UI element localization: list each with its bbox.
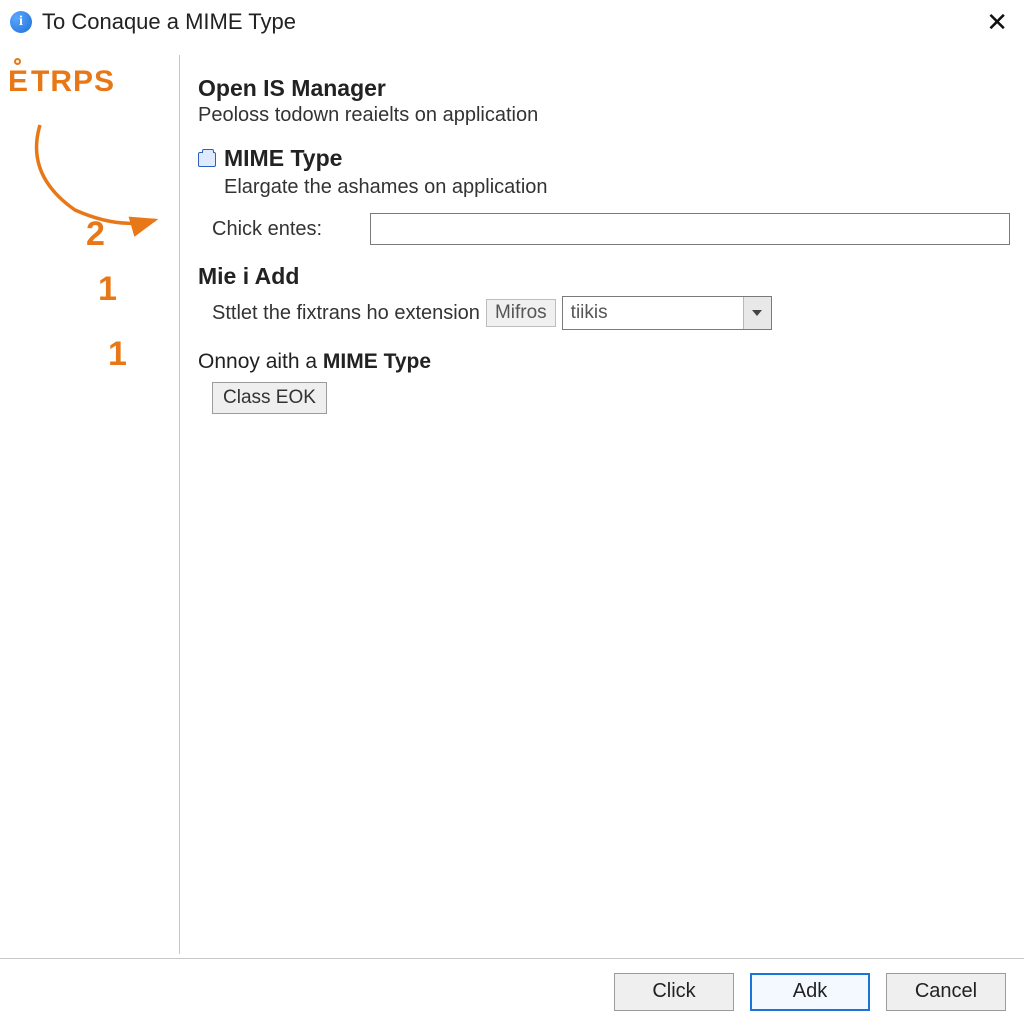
adk-button[interactable]: Adk <box>750 973 870 1011</box>
mime-type-sub: Elargate the ashames on application <box>224 176 1010 199</box>
final-line: Onnoy aith a MIME Type <box>198 350 1010 374</box>
titlebar: i To Conaque a MIME Type ✕ <box>0 0 1024 48</box>
class-eok-button[interactable]: Class EOK <box>212 382 327 414</box>
click-button[interactable]: Click <box>614 973 734 1011</box>
final-bold: MIME Type <box>323 350 431 373</box>
footer: Click Adk Cancel <box>0 958 1024 1024</box>
final-pre: Onnoy aith a <box>198 350 323 373</box>
extension-row: Sttlet the fixtrans ho extension Mifros … <box>212 296 1010 330</box>
mime-type-heading: MIME Type <box>224 145 342 172</box>
add-heading: Mie i Add <box>198 263 1010 290</box>
entes-label: Chick entes: <box>212 218 352 241</box>
info-icon: i <box>10 11 32 33</box>
mime-type-icon <box>198 152 216 167</box>
extension-label: Sttlet the fixtrans ho extension <box>212 302 480 325</box>
mime-type-heading-row: MIME Type <box>198 145 1010 174</box>
main-content: Open IS Manager Peoloss todown reaielts … <box>180 55 1024 954</box>
step-number-2: 2 <box>86 215 105 254</box>
brand-dot-icon <box>14 58 21 65</box>
brand-logo: E TRPS <box>8 65 171 99</box>
section-sub-open: Peoloss todown reaielts on application <box>198 104 1010 127</box>
chevron-down-icon[interactable] <box>743 297 771 329</box>
extension-suffix: Mifros <box>486 299 556 327</box>
extension-combo[interactable]: tiikis <box>562 296 772 330</box>
body: E TRPS 2 1 1 Open IS Manager Peoloss tod… <box>0 55 1024 954</box>
extension-combo-text: tiikis <box>563 297 743 329</box>
step-number-1b: 1 <box>108 335 127 374</box>
entes-input[interactable] <box>370 213 1010 245</box>
section-heading-open: Open IS Manager <box>198 75 1010 102</box>
dialog-title: To Conaque a MIME Type <box>42 9 296 35</box>
cancel-button[interactable]: Cancel <box>886 973 1006 1011</box>
sidebar: E TRPS 2 1 1 <box>0 55 180 954</box>
close-icon[interactable]: ✕ <box>980 7 1014 38</box>
step-number-1a: 1 <box>98 270 117 309</box>
brand-accent: E <box>8 65 29 99</box>
entes-field-row: Chick entes: <box>212 213 1010 245</box>
brand-text: TRPS <box>31 65 115 99</box>
